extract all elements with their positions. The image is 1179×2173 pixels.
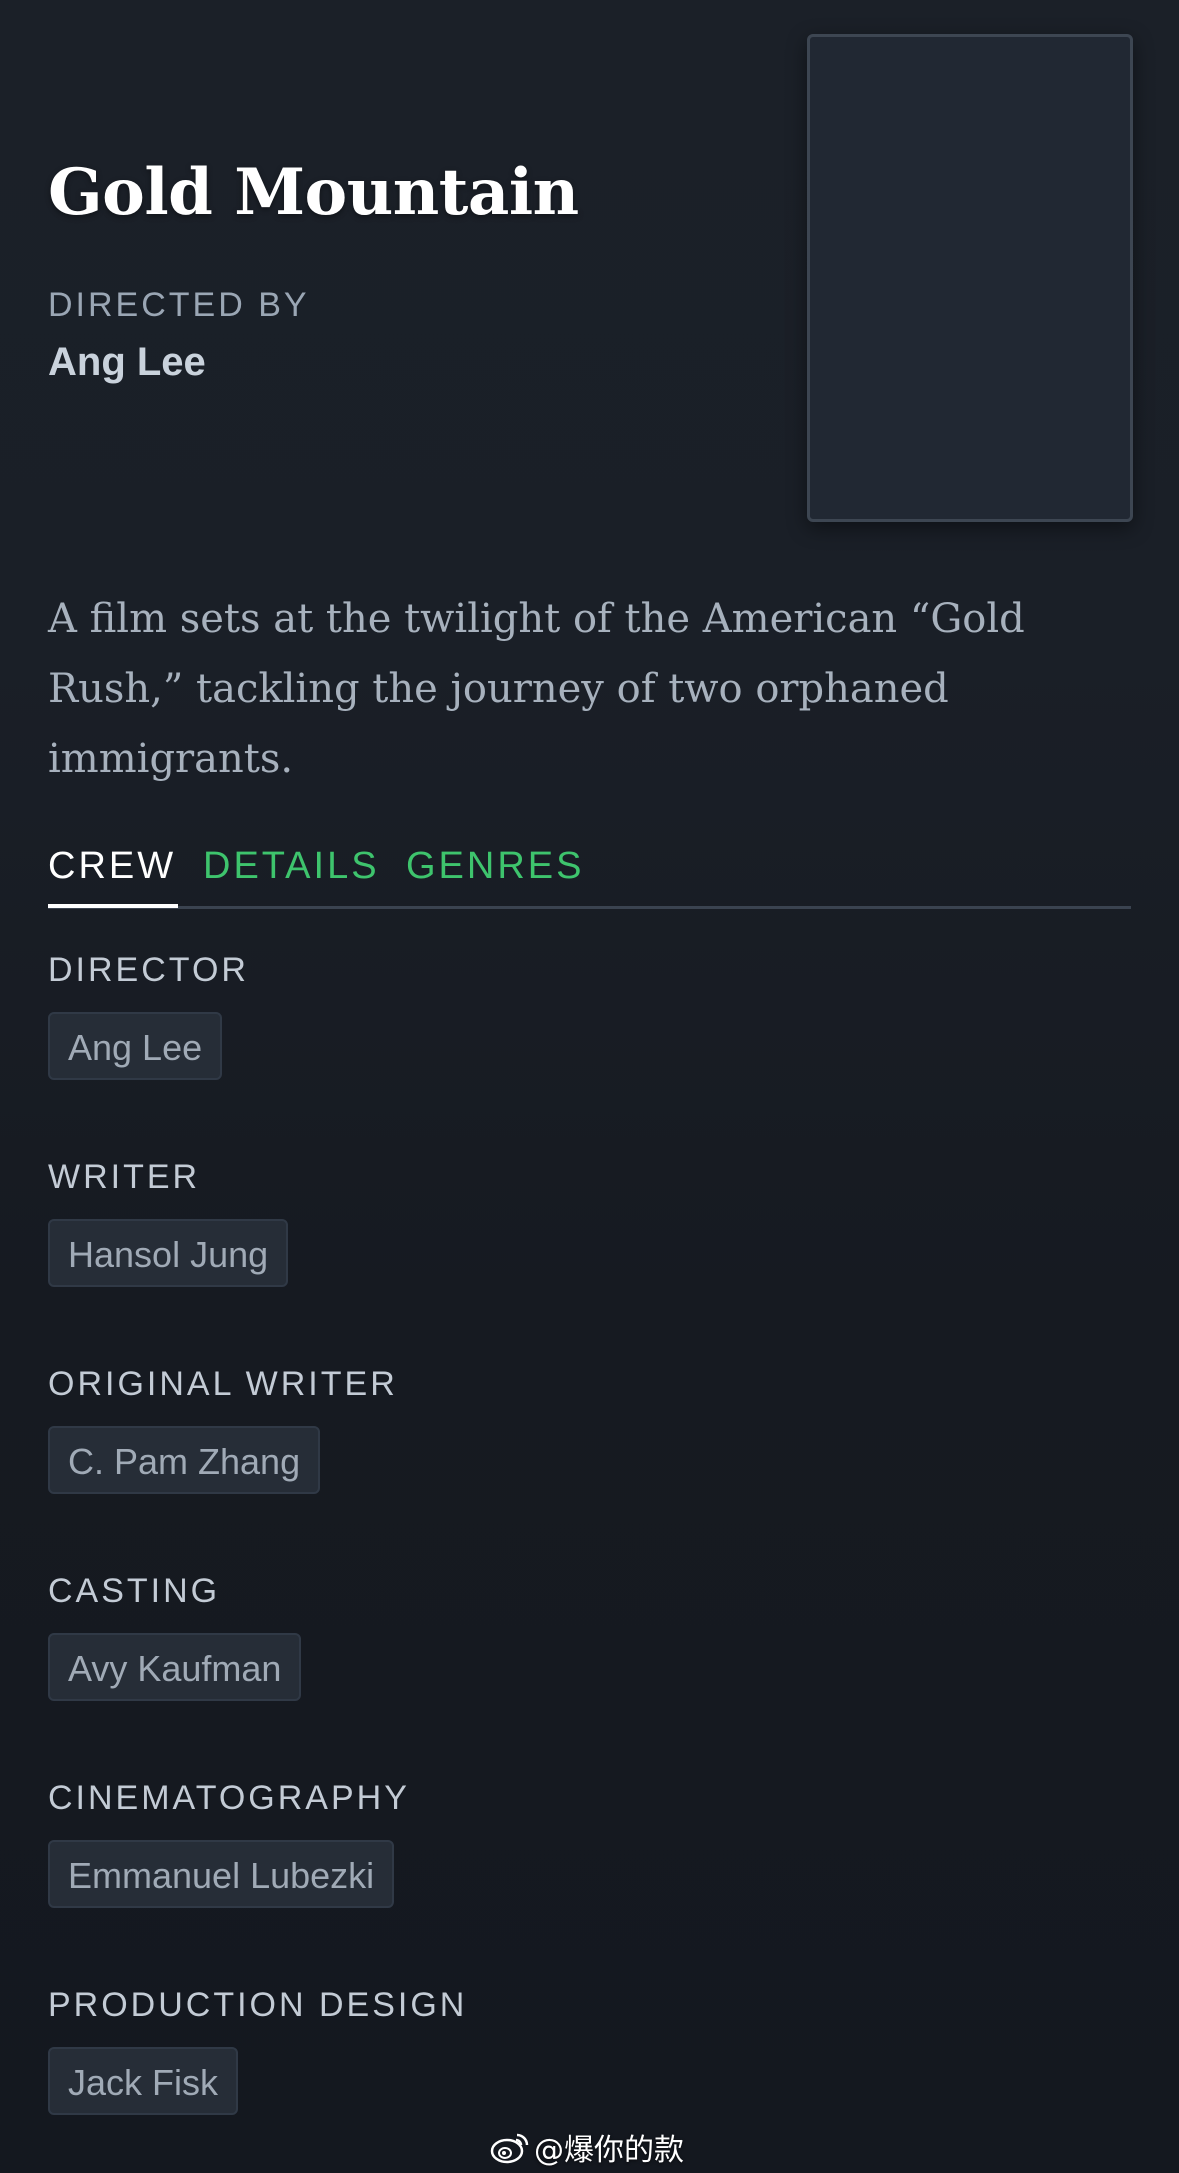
crew-group-director: DIRECTOR Ang Lee bbox=[48, 950, 249, 1080]
film-title: Gold Mountain bbox=[48, 155, 579, 230]
crew-person-chip[interactable]: Avy Kaufman bbox=[48, 1633, 302, 1701]
crew-person-chip[interactable]: Jack Fisk bbox=[48, 2047, 239, 2115]
crew-role-label: CASTING bbox=[48, 1572, 221, 1610]
crew-role-label: CINEMATOGRAPHY bbox=[48, 1779, 410, 1817]
crew-person-chip[interactable]: Emmanuel Lubezki bbox=[48, 1840, 395, 1908]
film-synopsis: A film sets at the twilight of the Ameri… bbox=[48, 596, 1025, 782]
crew-group-original-writer: ORIGINAL WRITER C. Pam Zhang bbox=[48, 1364, 398, 1494]
director-link[interactable]: Ang Lee bbox=[48, 340, 206, 385]
crew-group-writer: WRITER Hansol Jung bbox=[48, 1157, 289, 1287]
directed-by-label: DIRECTED BY bbox=[48, 286, 310, 324]
crew-role-label: DIRECTOR bbox=[48, 951, 249, 989]
watermark-text: @爆你的款 bbox=[534, 2133, 684, 2168]
crew-person-chip[interactable]: C. Pam Zhang bbox=[48, 1426, 321, 1494]
crew-person-chip[interactable]: Ang Lee bbox=[48, 1012, 223, 1080]
film-detail-page: Gold Mountain DIRECTED BY Ang Lee A film… bbox=[0, 0, 1179, 2173]
tab-crew[interactable]: CREW bbox=[48, 840, 179, 908]
weibo-icon bbox=[490, 2133, 529, 2164]
crew-role-label: WRITER bbox=[48, 1158, 201, 1196]
tab-details[interactable]: DETAILS bbox=[203, 840, 380, 904]
crew-role-label: PRODUCTION DESIGN bbox=[48, 1986, 468, 2024]
crew-group-cinematography: CINEMATOGRAPHY Emmanuel Lubezki bbox=[48, 1778, 410, 1908]
watermark: @爆你的款 bbox=[490, 2125, 684, 2169]
crew-group-casting: CASTING Avy Kaufman bbox=[48, 1571, 302, 1701]
poster-placeholder bbox=[807, 34, 1133, 522]
crew-person-chip[interactable]: Hansol Jung bbox=[48, 1219, 289, 1287]
tab-genres[interactable]: GENRES bbox=[406, 840, 584, 904]
crew-role-label: ORIGINAL WRITER bbox=[48, 1365, 398, 1403]
crew-group-production-design: PRODUCTION DESIGN Jack Fisk bbox=[48, 1985, 467, 2115]
tab-bar: CREW DETAILS GENRES bbox=[48, 840, 1131, 909]
